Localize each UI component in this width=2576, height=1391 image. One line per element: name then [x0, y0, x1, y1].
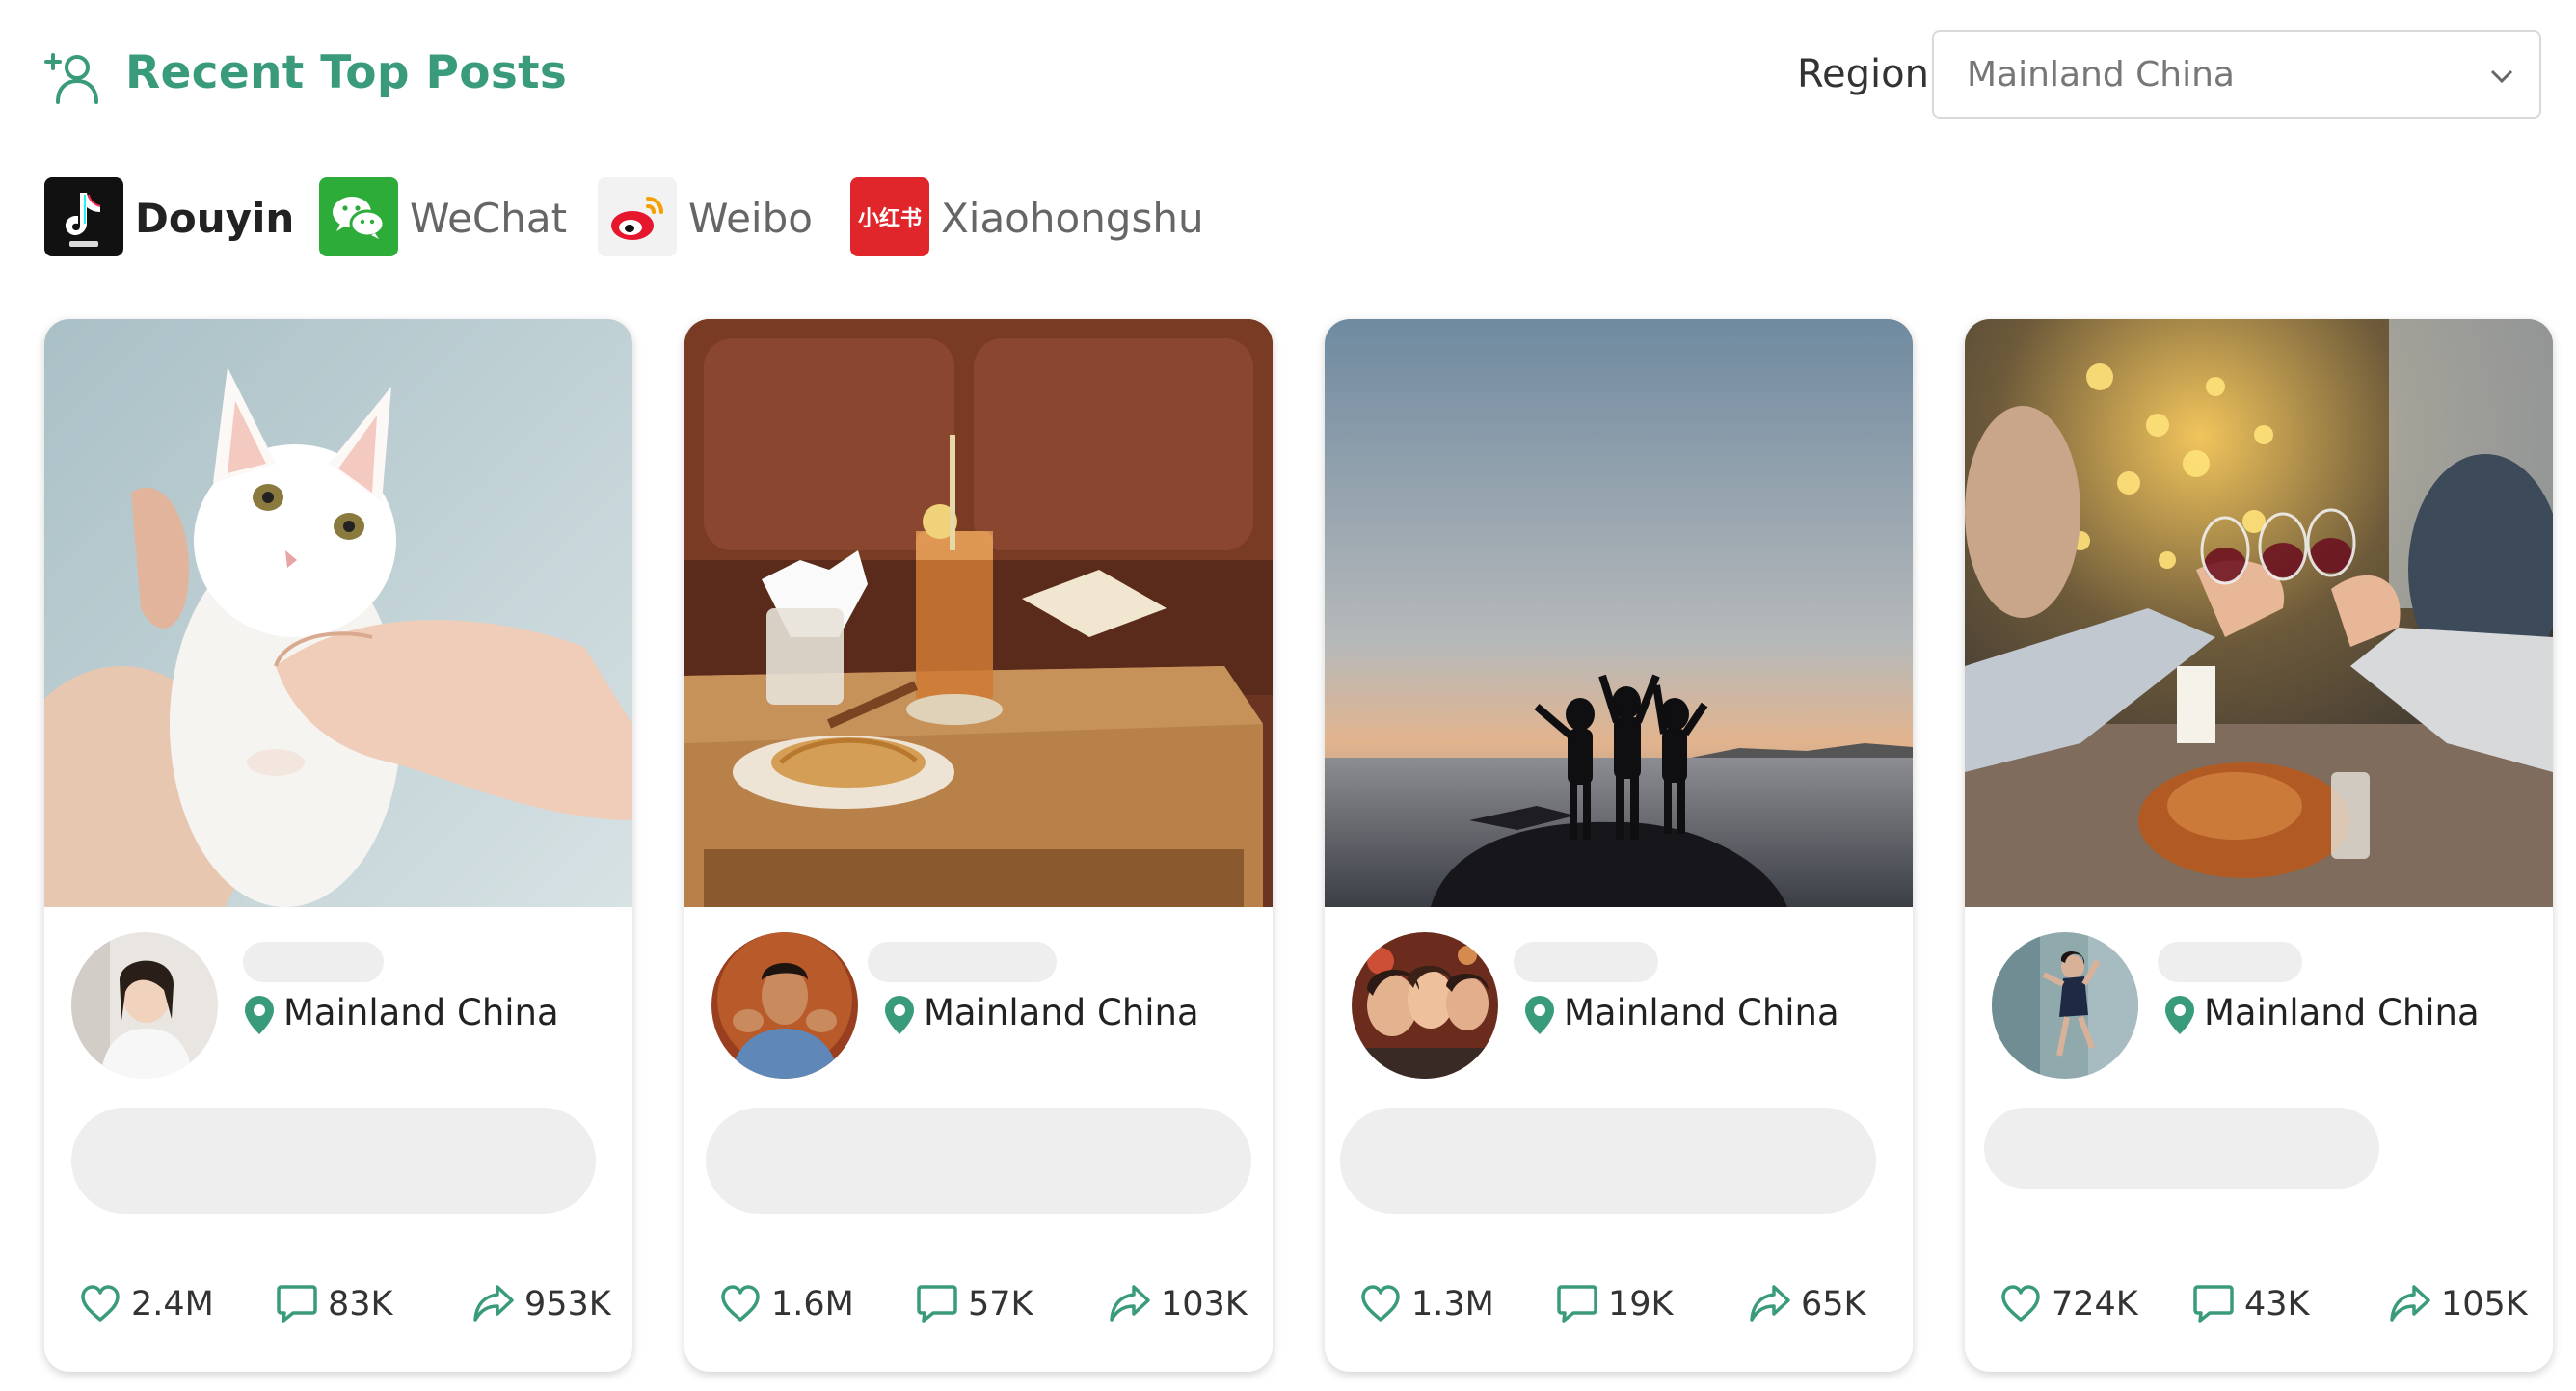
comment-icon	[1557, 1285, 1597, 1323]
tab-label: Xiaohongshu	[941, 195, 1204, 242]
comment-icon	[277, 1285, 317, 1323]
location-pin-icon	[245, 996, 274, 1034]
holiday-toast-photo	[1965, 319, 2553, 907]
chevron-down-icon	[2490, 69, 2513, 84]
region-label: Region	[1797, 52, 1929, 96]
douyin-logo-icon	[44, 177, 123, 256]
author-name-placeholder	[868, 942, 1057, 982]
post-stats: 2.4M 83K 953K	[44, 1277, 632, 1331]
location-text: Mainland China	[924, 992, 1199, 1033]
tab-label: Weibo	[688, 195, 813, 242]
post-text-placeholder	[1984, 1108, 2379, 1189]
post-card[interactable]: Mainland China 2.4M 83K 953K	[44, 319, 632, 1372]
share-icon	[2390, 1285, 2430, 1322]
xiaohongshu-logo-text: 小红书	[858, 206, 922, 231]
like-count: 724K	[2052, 1285, 2138, 1324]
post-stats: 1.6M 57K 103K	[684, 1277, 1273, 1331]
post-card[interactable]: Mainland China 724K 43K 105K	[1965, 319, 2553, 1372]
like-count: 1.3M	[1411, 1285, 1494, 1324]
platform-tabs: Douyin WeChat Weibo 小红书 Xiaohongshu	[0, 174, 1350, 260]
avatar[interactable]	[1352, 932, 1498, 1079]
share-icon	[1110, 1285, 1150, 1322]
share-count: 105K	[2441, 1285, 2528, 1324]
location-pin-icon	[885, 996, 914, 1034]
location-text: Mainland China	[283, 992, 559, 1033]
page-title: Recent Top Posts	[125, 46, 568, 99]
location-text: Mainland China	[2204, 992, 2480, 1033]
avatar[interactable]	[711, 932, 858, 1079]
kitten-photo	[44, 319, 632, 907]
cafe-drink-photo	[684, 319, 1273, 907]
comment-count: 57K	[968, 1285, 1033, 1324]
location-pin-icon	[1525, 996, 1554, 1034]
region-select-value: Mainland China	[1967, 55, 2235, 94]
heart-icon	[81, 1285, 120, 1322]
location-pin-icon	[2165, 996, 2194, 1034]
author-name-placeholder	[1514, 942, 1658, 982]
avatar[interactable]	[1992, 932, 2138, 1079]
post-text-placeholder	[706, 1108, 1251, 1214]
author-name-placeholder	[243, 942, 384, 982]
comment-count: 83K	[328, 1285, 393, 1324]
wechat-logo-icon	[319, 177, 398, 256]
like-count: 2.4M	[131, 1285, 214, 1324]
like-count: 1.6M	[771, 1285, 854, 1324]
post-card[interactable]: Mainland China 1.6M 57K 103K	[684, 319, 1273, 1372]
share-count: 65K	[1801, 1285, 1866, 1324]
xiaohongshu-logo-icon: 小红书	[850, 177, 929, 256]
share-icon	[1750, 1285, 1790, 1322]
post-stats: 724K 43K 105K	[1965, 1277, 2553, 1331]
location-text: Mainland China	[1564, 992, 1839, 1033]
region-select[interactable]: Mainland China	[1932, 30, 2541, 119]
post-card[interactable]: Mainland China 1.3M 19K 65K	[1325, 319, 1913, 1372]
add-user-icon	[44, 53, 98, 104]
page-header: Recent Top Posts Region Mainland China	[0, 0, 2576, 145]
comment-icon	[2193, 1285, 2234, 1323]
comment-count: 43K	[2244, 1285, 2310, 1324]
share-count: 953K	[524, 1285, 611, 1324]
heart-icon	[721, 1285, 760, 1322]
share-icon	[473, 1285, 514, 1322]
tab-label: WeChat	[410, 195, 568, 242]
weibo-logo-icon	[598, 177, 677, 256]
heart-icon	[1361, 1285, 1400, 1322]
heart-icon	[2001, 1285, 2040, 1322]
author-name-placeholder	[2158, 942, 2302, 982]
comment-count: 19K	[1608, 1285, 1674, 1324]
sunset-friends-photo	[1325, 319, 1913, 907]
comment-icon	[917, 1285, 957, 1323]
post-text-placeholder	[1340, 1108, 1876, 1214]
share-count: 103K	[1161, 1285, 1248, 1324]
post-stats: 1.3M 19K 65K	[1325, 1277, 1913, 1331]
tab-label: Douyin	[135, 195, 295, 242]
post-text-placeholder	[71, 1108, 596, 1214]
avatar[interactable]	[71, 932, 218, 1079]
